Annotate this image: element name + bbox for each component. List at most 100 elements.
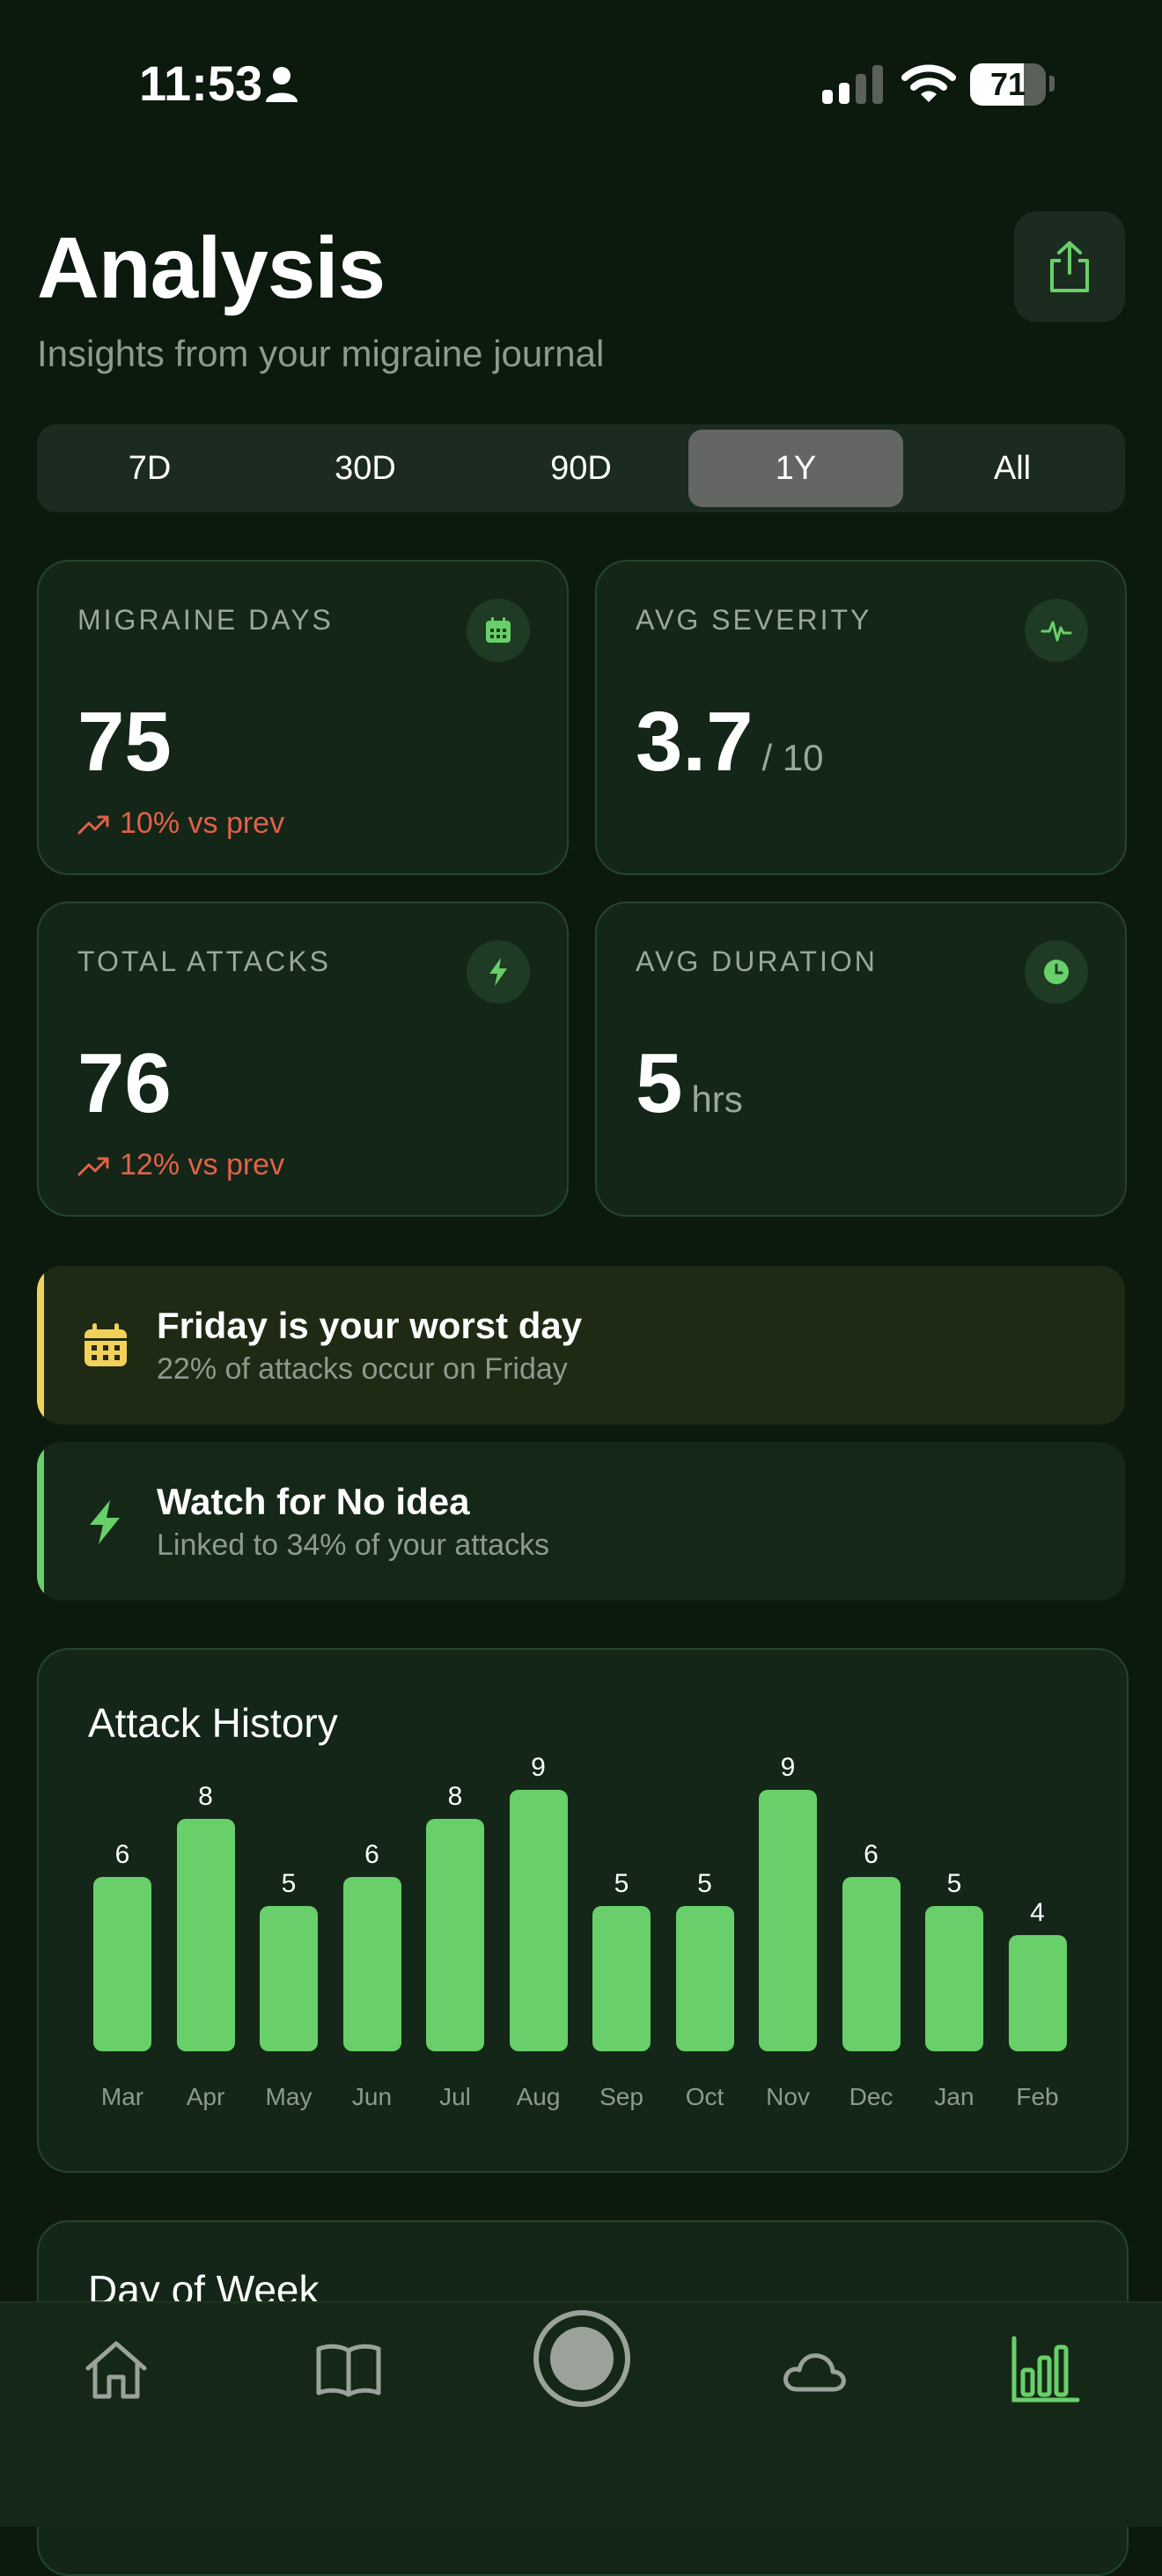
battery-indicator: 71 [970,63,1046,106]
stat-change: 10% vs prev [77,806,284,841]
range-tab-90d[interactable]: 90D [474,430,688,507]
stat-icon-badge [1025,599,1088,662]
insight-subtitle: 22% of attacks occur on Friday [157,1352,568,1386]
stat-label: AVG SEVERITY [636,604,872,636]
chart-bar-apr [176,1819,235,2051]
chart-value-label: 8 [198,1782,213,1811]
chart-category-label: Jan [934,2083,974,2110]
range-tab-30d[interactable]: 30D [258,430,473,507]
stat-value-number: 3.7 [636,695,754,789]
person-icon [266,67,298,102]
status-time: 11:53 [139,55,263,111]
chart-category-label: Jul [439,2083,471,2110]
record-button[interactable] [533,2310,630,2407]
chart-category-label: Nov [766,2083,810,2110]
chart-category-label: Sep [599,2083,644,2110]
chart-bar-aug [509,1790,568,2051]
stat-label: TOTAL ATTACKS [77,946,331,977]
insight-subtitle: Linked to 34% of your attacks [157,1528,550,1562]
chart-value-label: 8 [447,1782,463,1811]
calendar-icon [85,1323,127,1366]
cellular-signal-icon [822,65,883,104]
battery-nub [1049,76,1055,92]
trend-up-icon [77,815,109,834]
stat-card-migraine-days[interactable]: MIGRAINE DAYS 75 10% vs prev [37,560,569,875]
chart-category-label: Dec [849,2083,894,2110]
stat-value: 3.7/ 10 [636,694,824,791]
chart-value-label: 6 [864,1840,879,1869]
chart-category-label: May [265,2083,313,2110]
battery-percent: 71 [989,66,1026,102]
stat-label: AVG DURATION [636,946,878,977]
range-selector: 7D 30D 90D 1Y All [37,424,1125,512]
record-dot [550,2327,614,2390]
stat-value: 76 [77,1036,172,1130]
chart-bar-jul [426,1819,484,2051]
chart-bar-sep [592,1906,651,2051]
trend-up-icon [77,1157,109,1175]
range-tab-7d[interactable]: 7D [42,430,257,507]
chart-value-label: 4 [1030,1898,1045,1927]
chart-category-label: Jun [351,2083,393,2110]
chart-category-label: Oct [685,2083,724,2110]
chart-bar-feb [1008,1935,1067,2051]
chart-value-label: 6 [114,1840,130,1869]
stat-icon-badge [467,940,530,1004]
chart-bar-jan [925,1906,983,2051]
home-icon[interactable] [81,2335,151,2405]
stat-label: MIGRAINE DAYS [77,604,334,636]
chart-value-label: 6 [364,1840,379,1869]
stat-icon-badge [1025,940,1088,1004]
stat-card-avg-duration[interactable]: AVG DURATION 5 hrs [595,902,1127,1217]
stat-change-text: 10% vs prev [120,806,285,840]
journal-icon[interactable] [313,2335,384,2405]
stat-icon-badge [467,599,530,662]
insight-accent-bar [37,1266,44,1424]
chart-bar-jun [342,1877,401,2051]
calendar-icon [486,617,511,643]
page-title: Analysis [37,219,386,316]
clock-icon [1044,960,1069,984]
chart-bar-oct [675,1906,734,2051]
stat-value: 75 [77,695,172,789]
chart-category-label: Mar [100,2083,144,2110]
chart-category-label: Feb [1016,2083,1059,2110]
pulse-icon [1041,621,1072,642]
chart-value-label: 5 [281,1869,297,1898]
insight-title: Watch for No idea [157,1481,470,1522]
stat-value-number: 5 [636,1036,683,1130]
range-tab-1y[interactable]: 1Y [688,430,903,507]
share-button[interactable] [1014,211,1125,322]
chart-bar-dec [842,1877,901,2051]
stat-unit: / 10 [761,737,824,778]
chart-category-label: Aug [516,2083,561,2110]
chart-bar-may [260,1906,318,2051]
chart-bar-mar [93,1877,151,2051]
stat-card-total-attacks[interactable]: TOTAL ATTACKS 76 12% vs prev [37,902,569,1217]
page-subtitle: Insights from your migraine journal [37,333,605,374]
stat-unit: hrs [691,1078,743,1120]
stat-value: 5 hrs [636,1035,743,1132]
chart-bar-nov [759,1790,817,2051]
wifi-icon [901,64,956,102]
attack-history-chart: 6 Mar 8 Apr 5 May 6 Jun 8 Jul 9 Aug 5 Sep 5 Oct 9 Nov 6 Dec… [39,1650,1127,2171]
stat-change-text: 12% vs prev [120,1148,285,1181]
insight-card-trigger[interactable]: Watch for No idea Linked to 34% of your … [37,1442,1125,1601]
weather-icon[interactable] [778,2335,849,2405]
chart-value-label: 5 [614,1869,629,1898]
bolt-icon [90,1500,120,1544]
attack-history-card: Attack History 6 Mar 8 Apr 5 May 6 Jun 8 Jul 9 Aug 5… [37,1648,1129,2173]
chart-value-label: 5 [946,1869,962,1898]
insight-card-worst-day[interactable]: Friday is your worst day 22% of attacks … [37,1266,1125,1424]
share-icon [1050,241,1089,292]
stat-change: 12% vs prev [77,1148,284,1182]
range-tab-all[interactable]: All [905,430,1120,507]
insight-title: Friday is your worst day [157,1305,583,1346]
analysis-icon[interactable] [1011,2335,1081,2405]
chart-value-label: 9 [780,1753,796,1782]
bolt-icon [489,958,507,986]
chart-value-label: 9 [531,1753,546,1782]
chart-value-label: 5 [697,1869,712,1898]
chart-category-label: Apr [186,2083,225,2110]
stat-card-avg-severity[interactable]: AVG SEVERITY 3.7/ 10 [595,560,1127,875]
